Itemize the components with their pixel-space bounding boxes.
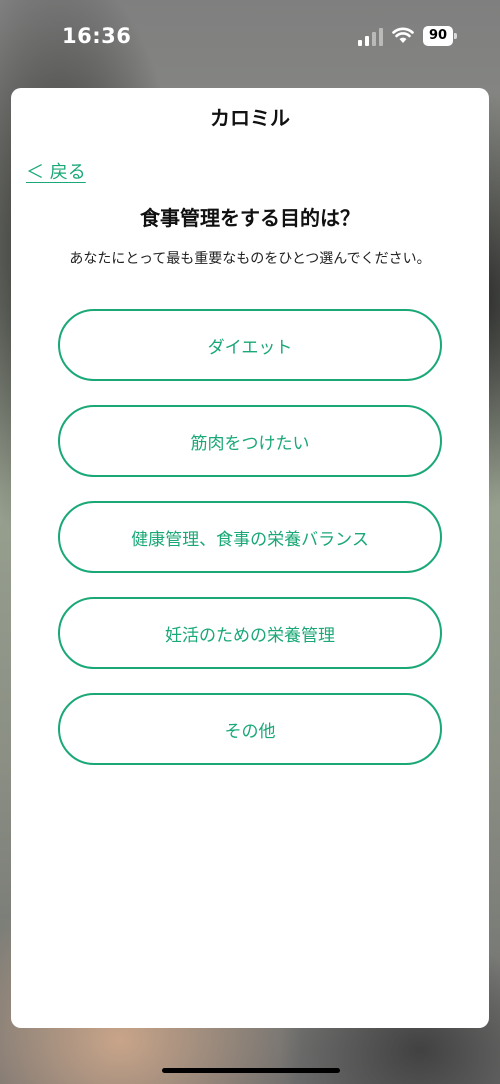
- back-button[interactable]: ＜ 戻る: [26, 158, 86, 184]
- status-bar: 16:36 90: [0, 0, 500, 80]
- option-list: ダイエット 筋肉をつけたい 健康管理、食事の栄養バランス 妊活のための栄養管理 …: [58, 309, 442, 789]
- option-other-button[interactable]: その他: [58, 693, 442, 765]
- option-health-nutrition-button[interactable]: 健康管理、食事の栄養バランス: [58, 501, 442, 573]
- wifi-icon: [392, 27, 414, 43]
- option-diet-button[interactable]: ダイエット: [58, 309, 442, 381]
- battery-icon: 90: [423, 26, 457, 46]
- option-build-muscle-button[interactable]: 筋肉をつけたい: [58, 405, 442, 477]
- battery-level: 90: [428, 28, 448, 43]
- modal-sheet: カロミル ＜ 戻る 食事管理をする目的は？ あなたにとって最も重要なものをひとつ…: [11, 88, 489, 1028]
- option-pregnancy-nutrition-button[interactable]: 妊活のための栄養管理: [58, 597, 442, 669]
- question-title: 食事管理をする目的は？: [140, 206, 360, 230]
- status-time: 16:36: [62, 24, 132, 48]
- question-subtitle: あなたにとって最も重要なものをひとつ選んでください。: [69, 251, 431, 267]
- cellular-signal-icon: [358, 28, 383, 46]
- home-indicator: [162, 1068, 340, 1073]
- app-title: カロミル: [210, 106, 290, 130]
